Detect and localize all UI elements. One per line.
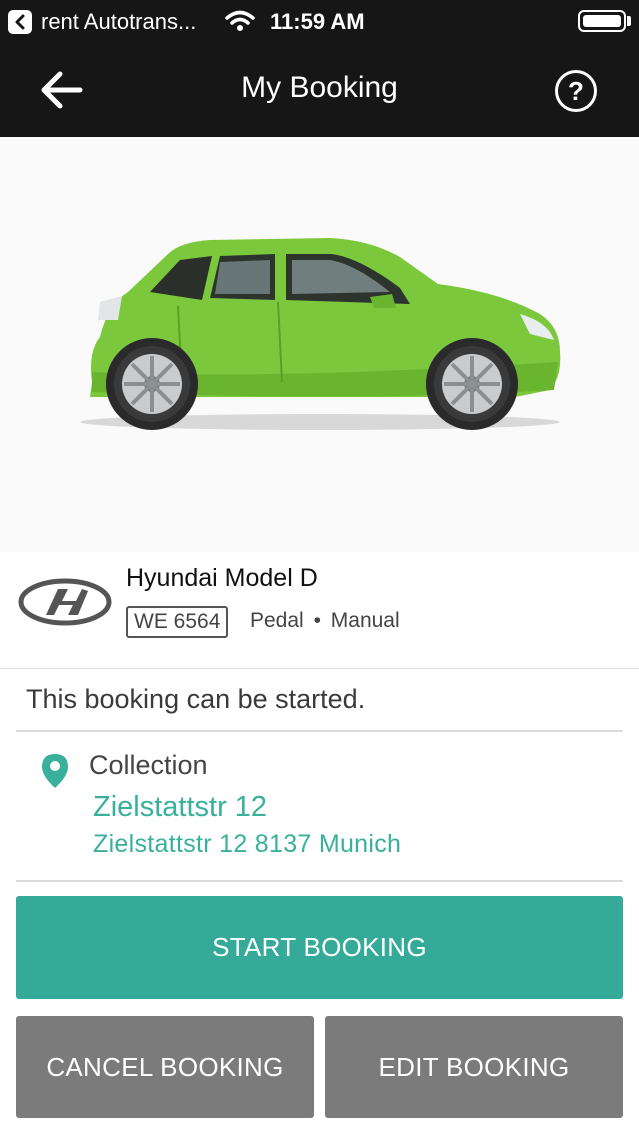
divider [16,880,623,882]
divider [16,730,623,732]
location-address-link[interactable]: Zielstattstr 12 8137 Munich [93,830,401,859]
page-title: My Booking [241,71,398,104]
location-label: Collection [89,750,208,780]
wifi-icon [225,10,255,31]
divider [0,668,639,669]
header-bar: rent Autotrans... 11:59 AM My Booking ? [0,0,639,137]
vehicle-specs: Pedal • Manual [250,609,400,633]
vehicle-summary: Hyundai Model D WE 6564 Pedal • Manual [0,552,639,668]
status-time: 11:59 AM [270,9,365,34]
hyundai-logo-icon [18,578,112,626]
fuel-type: Pedal [250,609,304,632]
start-booking-button[interactable]: START BOOKING [16,896,623,999]
car-image [80,238,561,430]
vehicle-image-area [0,137,639,552]
cancel-booking-button[interactable]: CANCEL BOOKING [16,1016,314,1118]
location-name-link[interactable]: Zielstattstr 12 [93,791,267,824]
spec-separator: • [313,609,321,632]
license-plate-badge: WE 6564 [126,606,229,638]
back-to-app-icon[interactable] [8,10,32,34]
location-pin-icon [42,754,68,788]
booking-status-text: This booking can be started. [26,684,366,714]
battery-icon [578,10,626,32]
edit-booking-button[interactable]: EDIT BOOKING [325,1016,623,1118]
status-bar: rent Autotrans... 11:59 AM [0,0,639,44]
battery-tip [627,16,631,26]
status-app-label[interactable]: rent Autotrans... [41,9,196,35]
vehicle-model: Hyundai Model D [126,564,318,592]
transmission-type: Manual [330,609,400,632]
help-icon[interactable]: ? [555,70,597,112]
